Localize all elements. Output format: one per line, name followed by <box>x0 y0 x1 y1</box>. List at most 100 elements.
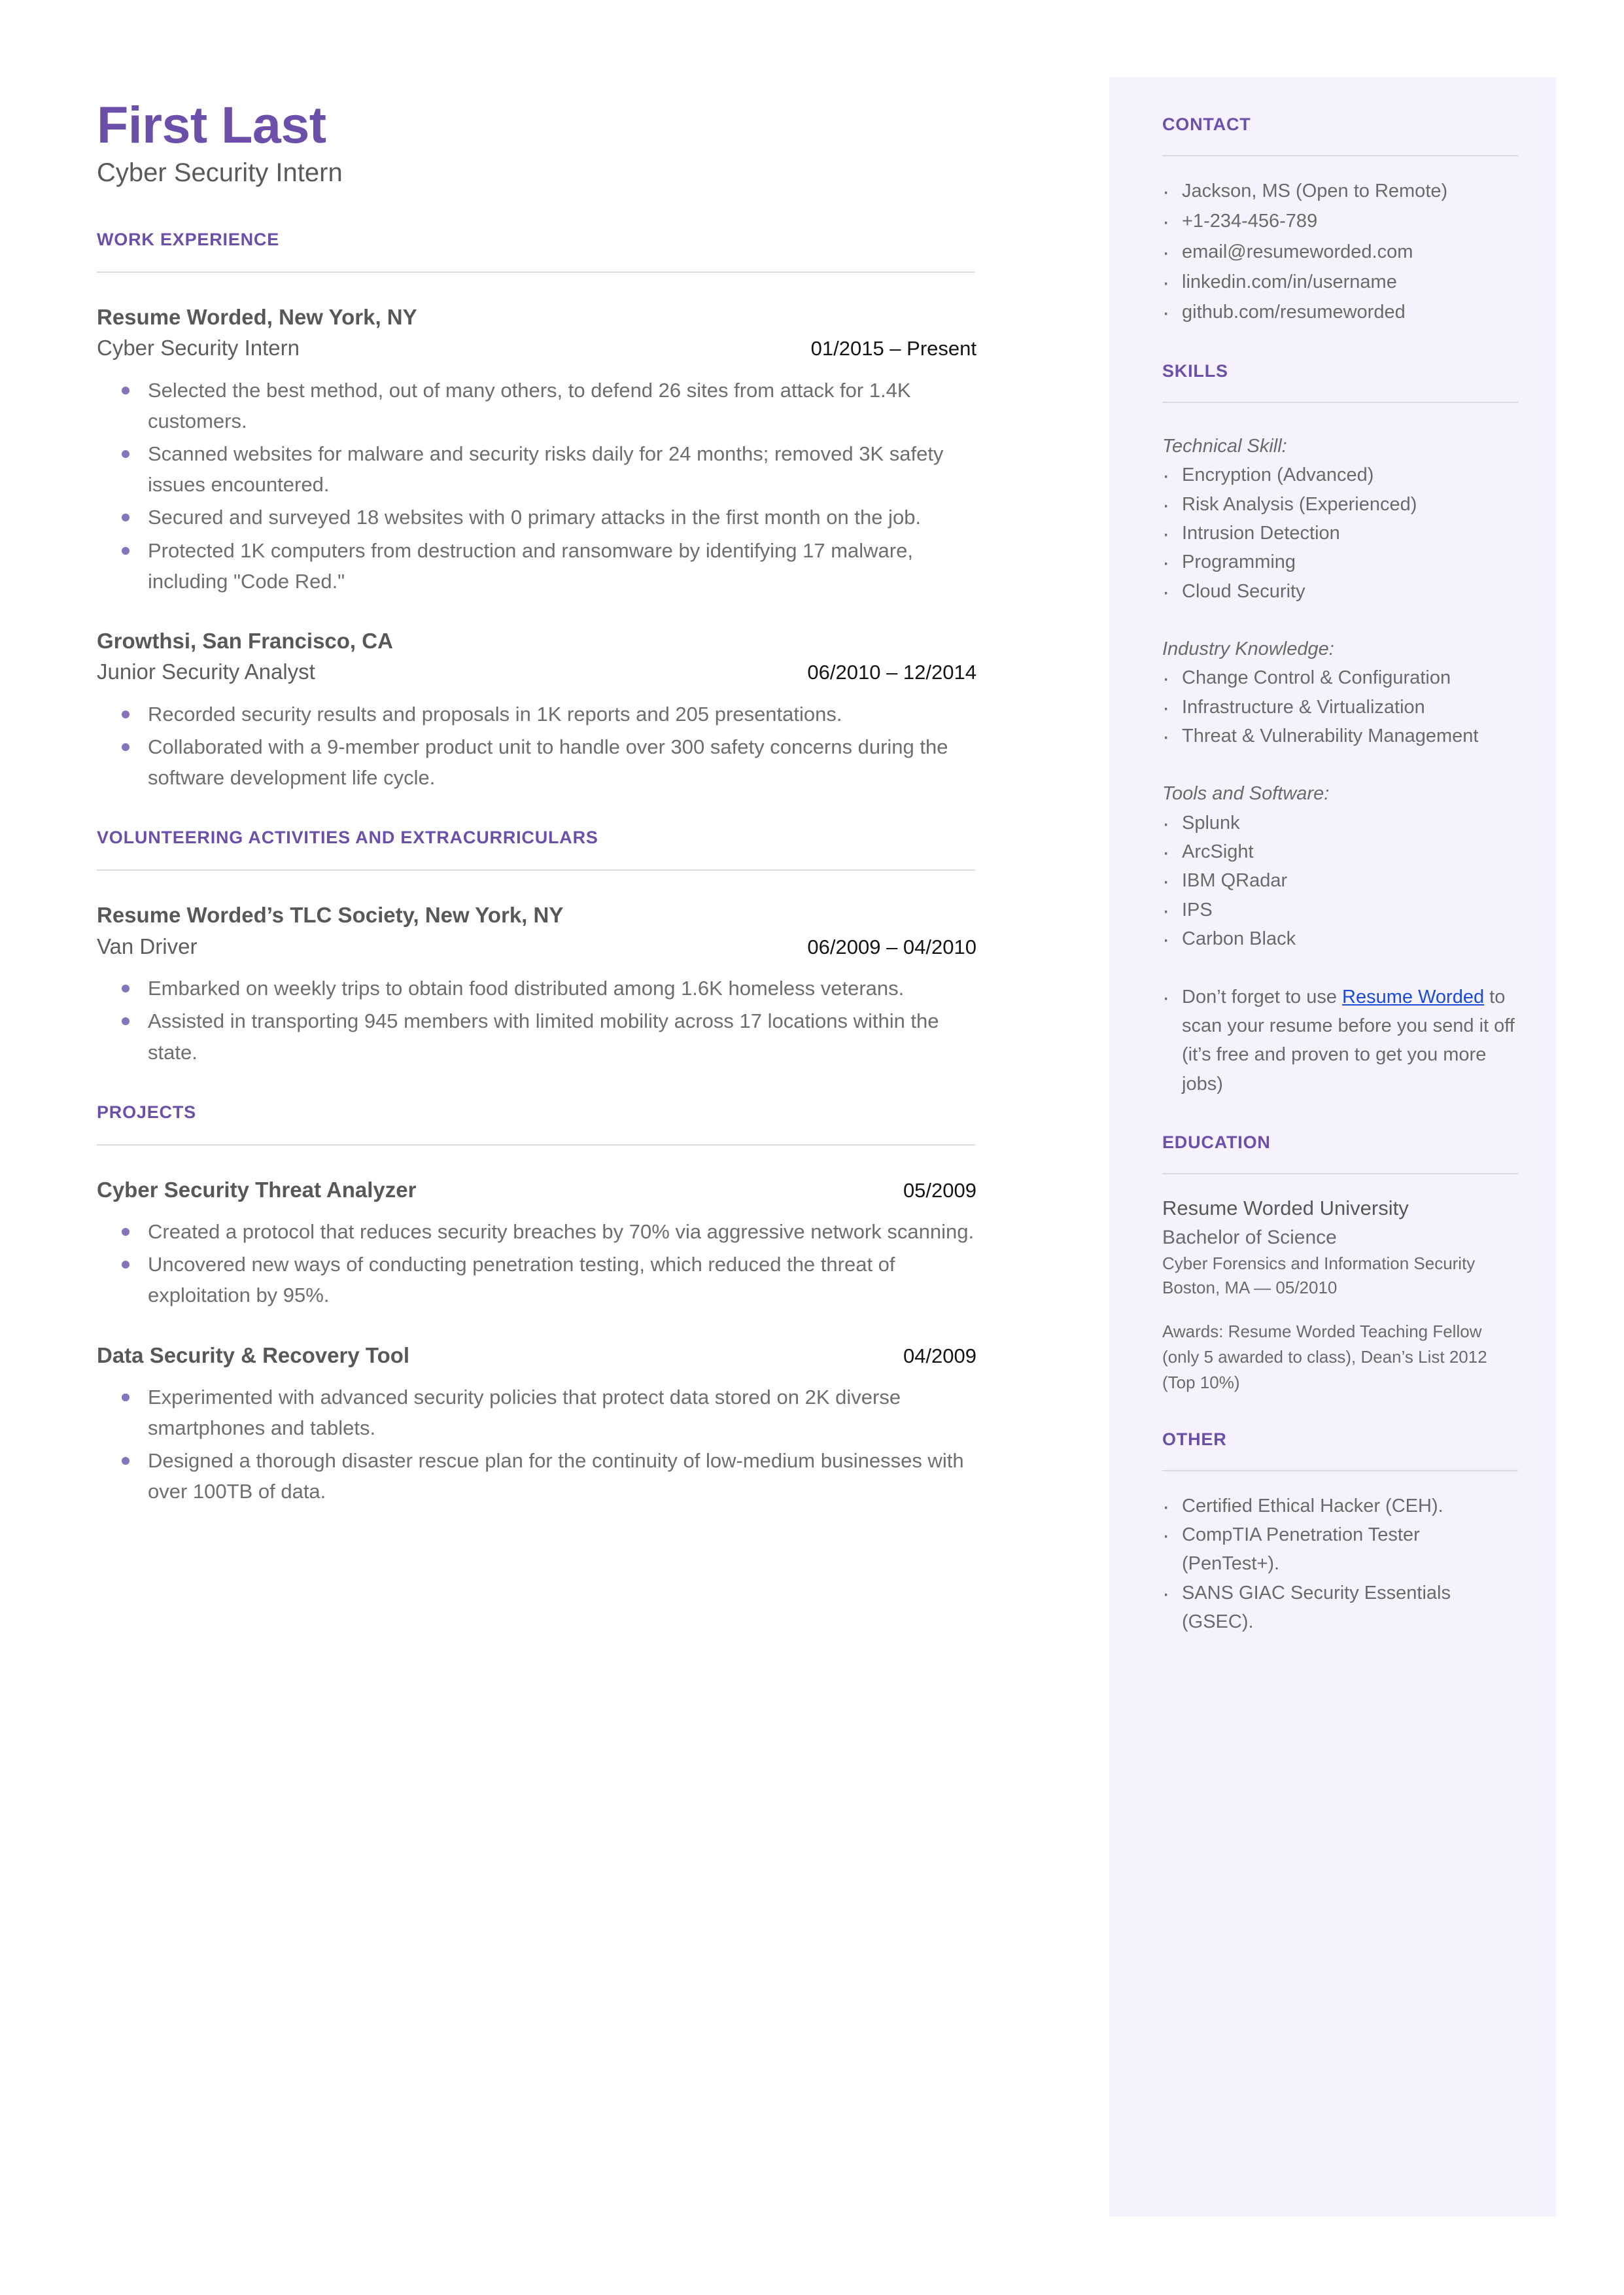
list-item: Infrastructure & Virtualization <box>1162 691 1518 725</box>
entry-date: 01/2015 – Present <box>810 337 976 360</box>
entry-bullet-list: Selected the best method, out of many ot… <box>97 375 976 597</box>
section-divider <box>97 271 975 273</box>
list-item: Assisted in transporting 945 members wit… <box>97 1006 976 1067</box>
project-title: Data Security & Recovery Tool <box>97 1342 410 1367</box>
section-heading: PROJECTS <box>97 1102 196 1122</box>
skills-group-tools: Tools and Software: Splunk ArcSight IBM … <box>1162 779 1518 957</box>
sidebar-section-other: OTHER Certified Ethical Hacker (CEH). Co… <box>1162 1429 1518 1637</box>
contact-github: github.com/resumeworded <box>1162 296 1518 330</box>
list-item: Splunk <box>1162 807 1518 841</box>
skills-group-industry: Industry Knowledge: Change Control & Con… <box>1162 635 1518 754</box>
sidebar-section-contact: CONTACT Jackson, MS (Open to Remote) +1-… <box>1162 114 1518 330</box>
list-item: Experimented with advanced security poli… <box>97 1382 976 1443</box>
contact-list: Jackson, MS (Open to Remote) +1-234-456-… <box>1162 175 1518 330</box>
list-item: IBM QRadar <box>1162 864 1518 898</box>
list-item: Threat & Vulnerability Management <box>1162 720 1518 754</box>
project-entry: Cyber Security Threat Analyzer 05/2009 C… <box>97 1176 976 1311</box>
project-date: 05/2009 <box>903 1178 976 1202</box>
promo-prefix: Don’t forget to use <box>1182 986 1343 1007</box>
list-item: Risk Analysis (Experienced) <box>1162 487 1518 521</box>
list-item: Scanned websites for malware and securit… <box>97 438 976 500</box>
sidebar-divider <box>1162 1172 1518 1174</box>
headline: Cyber Security Intern <box>97 158 343 187</box>
project-entry: Data Security & Recovery Tool 04/2009 Ex… <box>97 1341 976 1507</box>
list-item: Uncovered new ways of conducting penetra… <box>97 1249 976 1310</box>
education-school: Resume Worded University <box>1162 1196 1409 1219</box>
list-item: Certified Ethical Hacker (CEH). <box>1162 1490 1518 1524</box>
project-date: 04/2009 <box>903 1344 976 1367</box>
page-title: First Last <box>97 96 326 154</box>
education-location-date: Boston, MA — 05/2010 <box>1162 1278 1338 1298</box>
entry-date: 06/2010 – 12/2014 <box>807 661 976 684</box>
skills-list: Change Control & Configuration Infrastru… <box>1162 661 1518 754</box>
main-column: First Last Cyber Security Intern WORK EX… <box>97 96 976 1509</box>
entry-organization: Growthsi, San Francisco, CA <box>97 628 393 653</box>
sidebar-section-heading: CONTACT <box>1162 114 1251 134</box>
sidebar-divider <box>1162 401 1518 403</box>
volunteering-entry: Resume Worded’s TLC Society, New York, N… <box>97 901 976 1067</box>
certifications-list: Certified Ethical Hacker (CEH). CompTIA … <box>1162 1490 1518 1637</box>
sidebar-section-heading: SKILLS <box>1162 360 1228 381</box>
section-work-experience: WORK EXPERIENCE Resume Worded, New York,… <box>97 230 976 793</box>
sidebar: CONTACT Jackson, MS (Open to Remote) +1-… <box>1109 77 1556 2216</box>
entry-organization: Resume Worded’s TLC Society, New York, N… <box>97 903 564 928</box>
entry-bullet-list: Experimented with advanced security poli… <box>97 1382 976 1507</box>
list-item: Embarked on weekly trips to obtain food … <box>97 973 976 1004</box>
list-item: Secured and surveyed 18 websites with 0 … <box>97 502 976 533</box>
sidebar-section-education: EDUCATION Resume Worded University Bache… <box>1162 1132 1518 1395</box>
list-item: Designed a thorough disaster rescue plan… <box>97 1445 976 1507</box>
section-volunteering: VOLUNTEERING ACTIVITIES AND EXTRACURRICU… <box>97 828 976 1067</box>
sidebar-divider <box>1162 155 1518 156</box>
list-item: IPS <box>1162 894 1518 928</box>
education-field: Cyber Forensics and Information Security <box>1162 1253 1476 1273</box>
project-title-row: Data Security & Recovery Tool 04/2009 <box>97 1341 976 1371</box>
skills-list: Splunk ArcSight IBM QRadar IPS Carbon Bl… <box>1162 807 1518 957</box>
section-divider <box>97 869 975 871</box>
entry-role: Cyber Security Intern <box>97 336 300 360</box>
section-divider <box>97 1144 975 1146</box>
entry-bullet-list: Embarked on weekly trips to obtain food … <box>97 973 976 1067</box>
project-title: Cyber Security Threat Analyzer <box>97 1177 417 1202</box>
skills-group-label: Tools and Software: <box>1162 783 1330 805</box>
skills-group-label: Industry Knowledge: <box>1162 638 1334 659</box>
entry-organization: Resume Worded, New York, NY <box>97 304 417 329</box>
list-item: Created a protocol that reduces security… <box>97 1216 976 1247</box>
entry-bullet-list: Created a protocol that reduces security… <box>97 1216 976 1310</box>
list-item: Selected the best method, out of many ot… <box>97 375 976 436</box>
entry-bullet-list: Recorded security results and proposals … <box>97 699 976 793</box>
resume-worded-promo-note: Don’t forget to use Resume Worded to sca… <box>1162 981 1518 1098</box>
resume-page: First Last Cyber Security Intern WORK EX… <box>0 0 1624 2295</box>
sidebar-section-heading: OTHER <box>1162 1429 1227 1449</box>
list-item: Protected 1K computers from destruction … <box>97 535 976 597</box>
education-degree: Bachelor of Science <box>1162 1226 1337 1248</box>
entry-role-row: Van Driver 06/2009 – 04/2010 <box>97 932 976 962</box>
experience-entry: Resume Worded, New York, NY Cyber Securi… <box>97 303 976 597</box>
skills-list: Encryption (Advanced) Risk Analysis (Exp… <box>1162 459 1518 609</box>
sidebar-section-skills: SKILLS Technical Skill: Encryption (Adva… <box>1162 361 1518 1098</box>
list-item: Encryption (Advanced) <box>1162 459 1518 493</box>
contact-linkedin: linkedin.com/in/username <box>1162 266 1518 300</box>
sidebar-divider <box>1162 1469 1518 1471</box>
experience-entry: Growthsi, San Francisco, CA Junior Secur… <box>97 627 976 793</box>
contact-phone: +1-234-456-789 <box>1162 205 1518 239</box>
entry-role-row: Junior Security Analyst 06/2010 – 12/201… <box>97 657 976 687</box>
entry-role-row: Cyber Security Intern 01/2015 – Present <box>97 334 976 363</box>
section-heading: WORK EXPERIENCE <box>97 229 280 249</box>
education-awards: Awards: Resume Worded Teaching Fellow (o… <box>1162 1321 1487 1392</box>
list-item: Change Control & Configuration <box>1162 661 1518 695</box>
list-item: SANS GIAC Security Essentials (GSEC). <box>1162 1577 1518 1637</box>
resume-worded-link[interactable]: Resume Worded <box>1342 987 1484 1007</box>
list-item: Collaborated with a 9-member product uni… <box>97 731 976 793</box>
section-heading: VOLUNTEERING ACTIVITIES AND EXTRACURRICU… <box>97 828 598 848</box>
list-item: Programming <box>1162 546 1518 580</box>
list-item: Recorded security results and proposals … <box>97 699 976 729</box>
skills-group-technical: Technical Skill: Encryption (Advanced) R… <box>1162 432 1518 609</box>
list-item: Intrusion Detection <box>1162 517 1518 551</box>
section-projects: PROJECTS Cyber Security Threat Analyzer … <box>97 1102 976 1507</box>
entry-role: Junior Security Analyst <box>97 659 315 684</box>
contact-location: Jackson, MS (Open to Remote) <box>1162 175 1518 209</box>
sidebar-section-heading: EDUCATION <box>1162 1132 1271 1152</box>
contact-email: email@resumeworded.com <box>1162 236 1518 270</box>
